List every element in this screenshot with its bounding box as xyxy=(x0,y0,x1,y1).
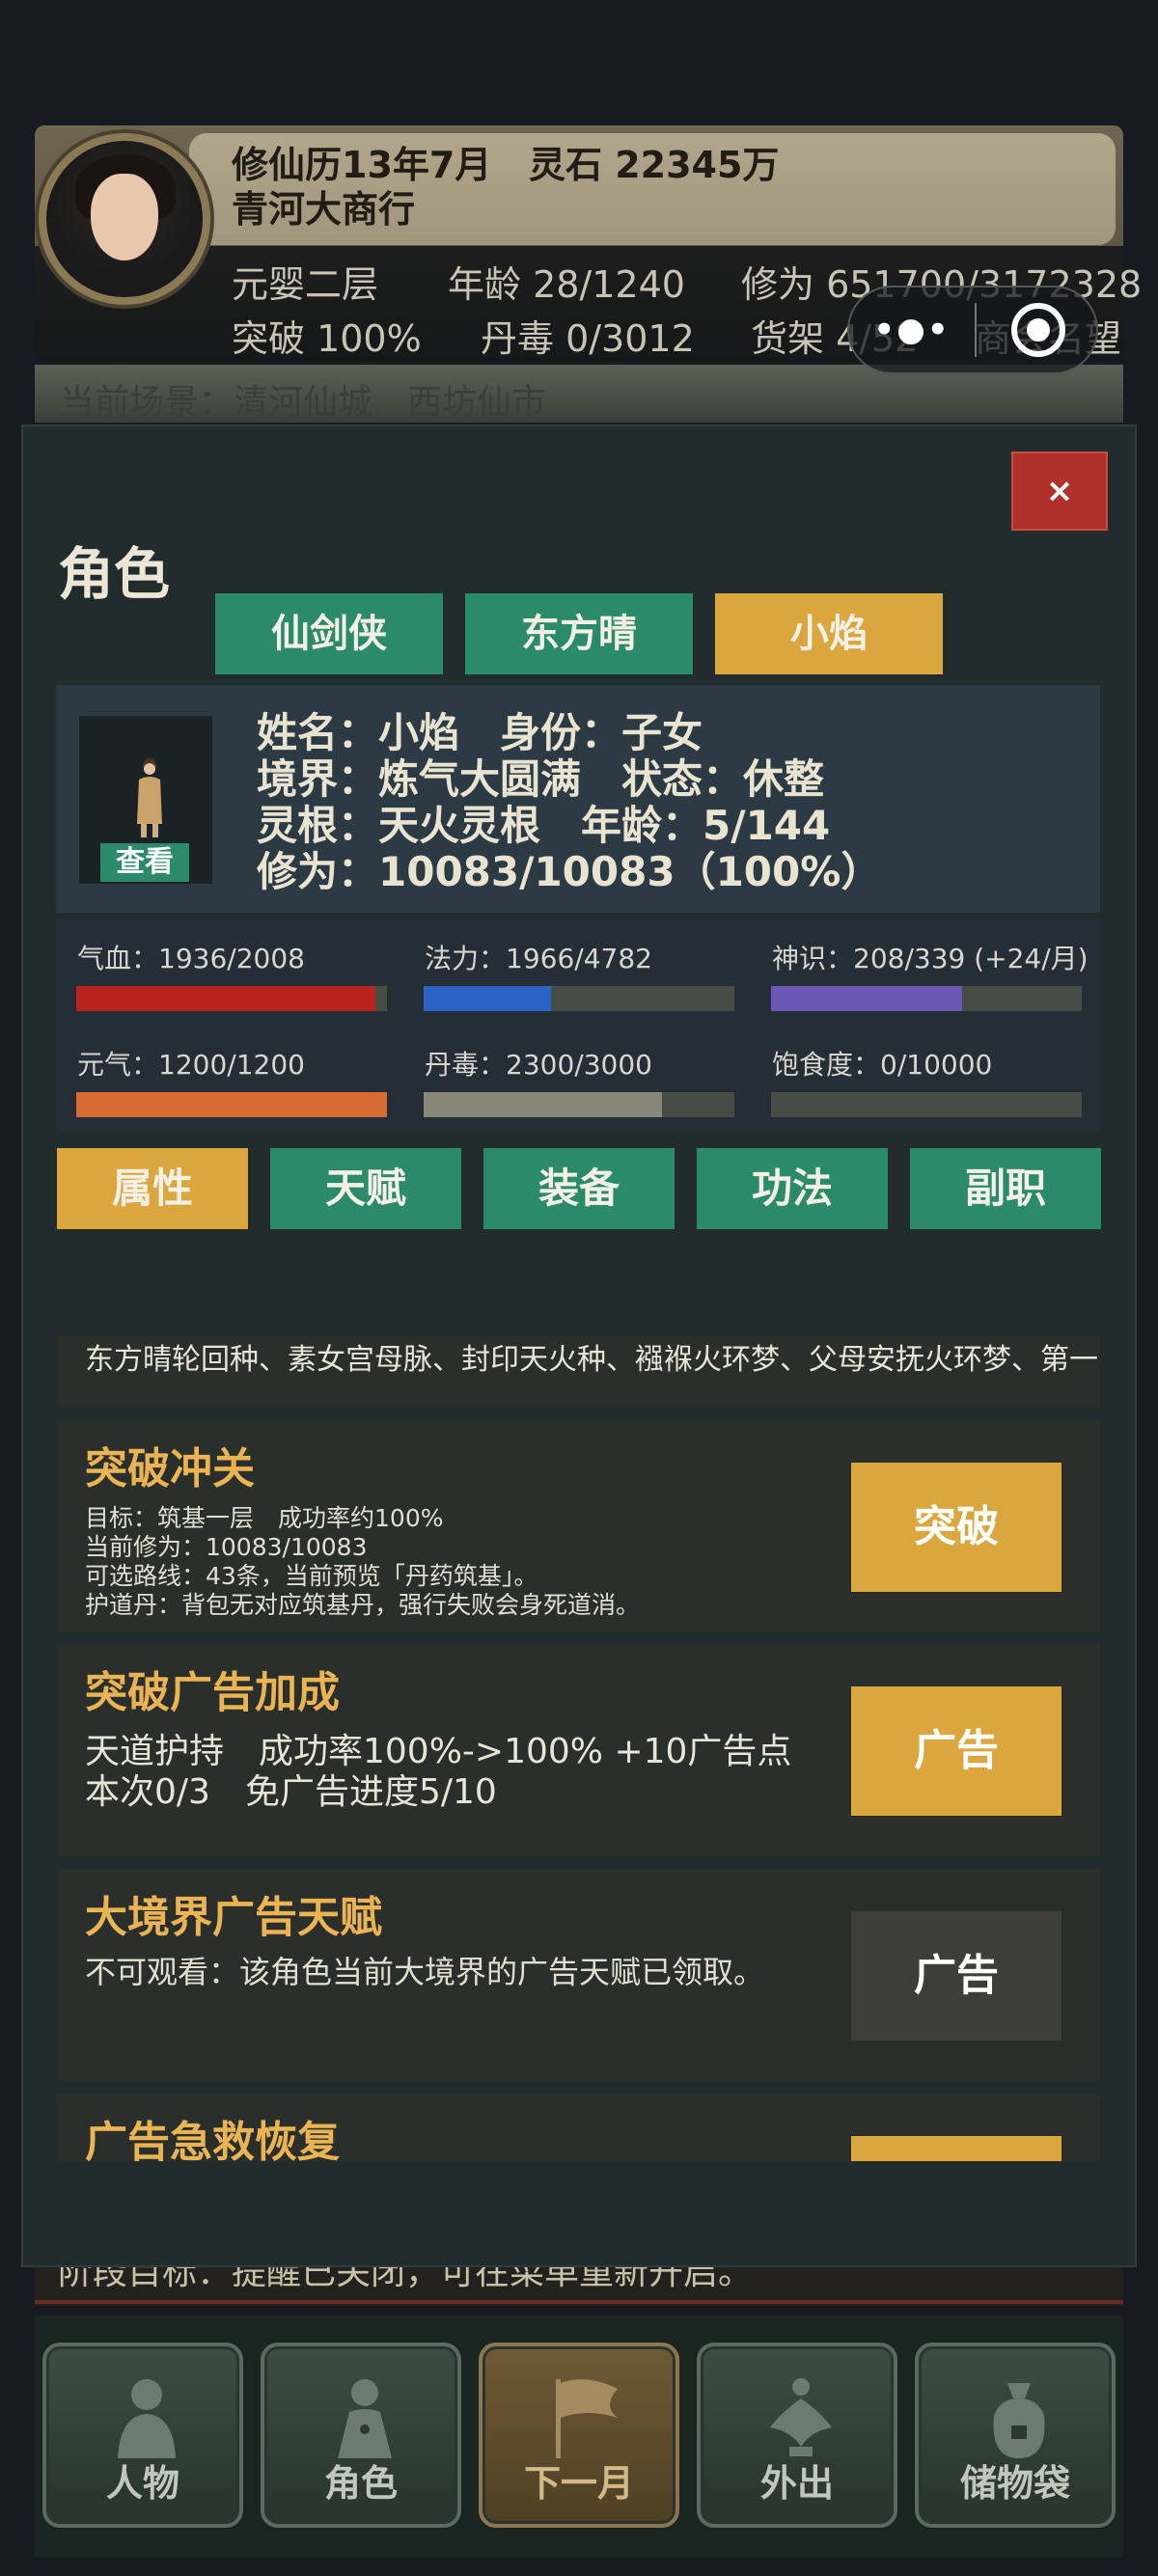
talent-list: 东方晴轮回种、素女宫母脉、封印天火种、襁褓火环梦、父母安抚火环梦、第一 xyxy=(56,1335,1100,1407)
nav-storage-bag-button[interactable]: 储物袋 xyxy=(915,2343,1116,2528)
stat-bar-spirit xyxy=(771,986,1082,1011)
storage-bag-icon xyxy=(993,2383,1045,2458)
stat-label-mana: 法力：1966/4782 xyxy=(425,943,652,974)
tab-character-2[interactable]: 东方晴 xyxy=(465,593,693,674)
stat-bar-vitality xyxy=(76,1092,387,1117)
nav-role-button[interactable]: 角色 xyxy=(261,2343,461,2528)
shop-name: 青河大商行 xyxy=(232,188,416,231)
nav-character-button[interactable]: 人物 xyxy=(42,2343,243,2528)
stat-label-satiety: 饱食度：0/10000 xyxy=(772,1049,993,1081)
nav-label: 储物袋 xyxy=(959,2462,1070,2505)
stat-bar-poison xyxy=(424,1092,734,1117)
divider xyxy=(35,2300,1123,2304)
lotus-icon xyxy=(770,2378,832,2456)
rescue-title: 广告急救恢复 xyxy=(85,2118,340,2161)
nav-label: 人物 xyxy=(105,2462,179,2505)
realm-ad-title: 大境界广告天赋 xyxy=(85,1893,382,1942)
realm-ad-note: 不可观看：该角色当前大境界的广告天赋已领取。 xyxy=(85,1954,765,1990)
nav-label: 角色 xyxy=(323,2462,398,2505)
nav-travel-button[interactable]: 外出 xyxy=(697,2343,897,2528)
info-cultivation: 修为：10083/10083（100%） xyxy=(257,848,882,895)
stat-label-vitality: 元气：1200/1200 xyxy=(77,1049,305,1081)
talent-list-text: 东方晴轮回种、素女宫母脉、封印天火种、襁褓火环梦、父母安抚火环梦、第一 xyxy=(85,1343,1098,1377)
breakthrough-rate: 突破 100% xyxy=(232,317,422,360)
modal-scroll-area[interactable]: 东方晴轮回种、素女宫母脉、封印天火种、襁褓火环梦、父母安抚火环梦、第一 突破冲关… xyxy=(21,1331,1137,2161)
rescue-card: 广告急救恢复 xyxy=(56,2094,1100,2161)
rescue-button[interactable] xyxy=(851,2136,1062,2161)
tab-character-3[interactable]: 小焰 xyxy=(715,593,943,674)
bottom-nav: 人物 角色 下一月 外出 储物袋 xyxy=(35,2316,1123,2557)
child-figure-icon xyxy=(137,758,162,837)
nav-label: 外出 xyxy=(759,2462,834,2505)
stat-bar-mana xyxy=(424,986,734,1011)
close-button[interactable]: × xyxy=(1011,452,1108,531)
ad-boost-button[interactable]: 广告 xyxy=(851,1686,1062,1816)
ad-boost-title: 突破广告加成 xyxy=(85,1668,340,1717)
breakthrough-card: 突破冲关 目标：筑基一层 成功率约100% 当前修为：10083/10083 可… xyxy=(56,1420,1100,1632)
tab-talents[interactable]: 天赋 xyxy=(270,1148,461,1229)
stat-label-poison: 丹毒：2300/3000 xyxy=(425,1049,652,1081)
flag-icon xyxy=(556,2379,618,2458)
nav-next-month-button[interactable]: 下一月 xyxy=(479,2343,679,2528)
player-age: 年龄 28/1240 xyxy=(448,263,685,306)
breakthrough-button[interactable]: 突破 xyxy=(851,1463,1062,1592)
realm-ad-card: 大境界广告天赋 不可观看：该角色当前大境界的广告天赋已领取。 广告 xyxy=(56,1869,1100,2081)
ad-boost-card: 突破广告加成 天道护持 成功率100%->100% +10广告点 本次0/3 免… xyxy=(56,1644,1100,1856)
close-app-icon[interactable] xyxy=(1011,303,1065,357)
stat-bar-hp xyxy=(76,986,387,1011)
view-character-button[interactable]: 查看 xyxy=(100,843,189,882)
mini-program-capsule: •●• xyxy=(847,286,1098,374)
tab-side-jobs[interactable]: 副职 xyxy=(910,1148,1101,1229)
breakthrough-title: 突破冲关 xyxy=(85,1444,255,1494)
robed-figure-icon xyxy=(338,2379,392,2458)
player-avatar[interactable] xyxy=(39,133,210,305)
tab-techniques[interactable]: 功法 xyxy=(697,1148,888,1229)
tab-character-1[interactable]: 仙剑侠 xyxy=(215,593,443,674)
tab-equipment[interactable]: 装备 xyxy=(483,1148,675,1229)
current-scene-text: 当前场景：清河仙城 西坊仙市 xyxy=(60,383,547,423)
person-icon xyxy=(118,2379,176,2458)
breakthrough-pill: 护道丹：背包无对应筑基丹，强行失败会身死道消。 xyxy=(85,1591,641,1619)
pill-poison: 丹毒 0/3012 xyxy=(481,317,695,360)
more-menu-icon[interactable]: •●• xyxy=(849,311,975,349)
stat-label-spirit: 神识：208/339 (+24/月) xyxy=(772,943,1089,974)
ad-boost-progress: 本次0/3 免广告进度5/10 xyxy=(85,1772,497,1812)
tab-attributes[interactable]: 属性 xyxy=(57,1148,248,1229)
stat-label-hp: 气血：1936/2008 xyxy=(77,943,305,974)
player-realm: 元婴二层 xyxy=(232,263,379,306)
spirit-stones: 灵石 22345万 xyxy=(529,144,780,186)
stat-bar-satiety xyxy=(771,1092,1082,1117)
nav-label: 下一月 xyxy=(523,2462,634,2505)
modal-title: 角色 xyxy=(58,541,171,607)
realm-ad-button[interactable]: 广告 xyxy=(851,1911,1062,2041)
